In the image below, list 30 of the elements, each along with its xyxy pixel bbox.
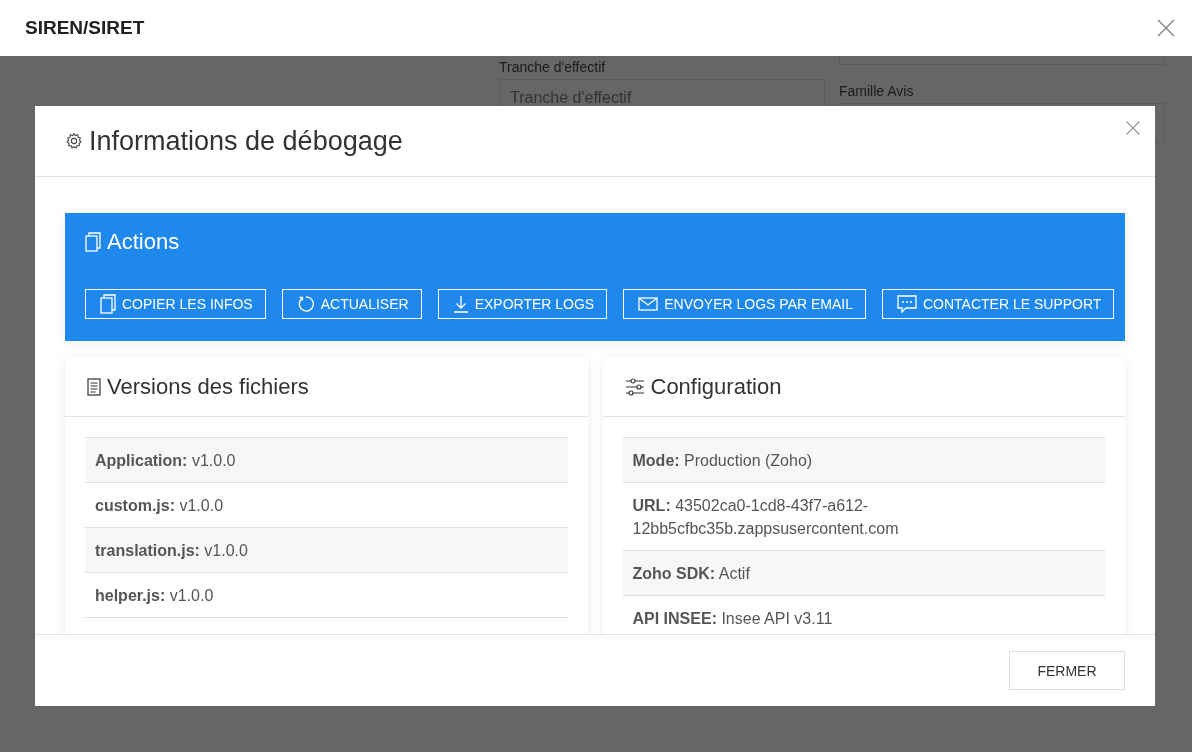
close-button[interactable] <box>1125 120 1141 136</box>
action-button[interactable]: EXPORTER LOGS <box>437 289 608 319</box>
card-title: Configuration <box>650 373 782 400</box>
chat-icon <box>897 294 917 314</box>
mail-icon <box>638 297 659 311</box>
refresh-icon <box>296 295 315 313</box>
info-row: API INSEE: Insee API v3.11 <box>622 595 1105 634</box>
info-row: helper.js: v1.0.0 <box>85 572 568 618</box>
download-icon <box>452 295 469 313</box>
card-title: Versions des fichiers <box>107 373 309 400</box>
info-row: Mode: Production (Zoho) <box>622 437 1105 482</box>
info-row: Application: v1.0.0 <box>85 437 568 482</box>
action-button[interactable]: ACTUALISER <box>281 289 422 319</box>
panel-title: Actions <box>107 229 180 255</box>
action-button[interactable]: CONTACTER LE SUPPORT <box>882 289 1115 319</box>
action-button[interactable]: COPIER LES INFOS <box>85 289 266 319</box>
dialog-title: Informations de débogage <box>89 125 403 157</box>
close-button[interactable] <box>1156 18 1176 38</box>
info-row: Zoho SDK: Actif <box>622 550 1105 595</box>
action-button[interactable]: ENVOYER LOGS PAR EMAIL <box>623 289 866 319</box>
document-icon <box>87 377 101 396</box>
sliders-icon <box>624 377 645 396</box>
copy-icon <box>100 294 116 314</box>
close-dialog-button[interactable]: FERMER <box>1009 651 1125 690</box>
field-label: Famille Avis <box>839 83 915 99</box>
page-title: SIREN/SIRET <box>25 17 145 39</box>
field-label: Tranche d'effectif <box>499 59 607 75</box>
settings-icon <box>65 132 83 150</box>
info-row: translation.js: v1.0.0 <box>85 527 568 572</box>
copy-icon <box>85 232 101 252</box>
